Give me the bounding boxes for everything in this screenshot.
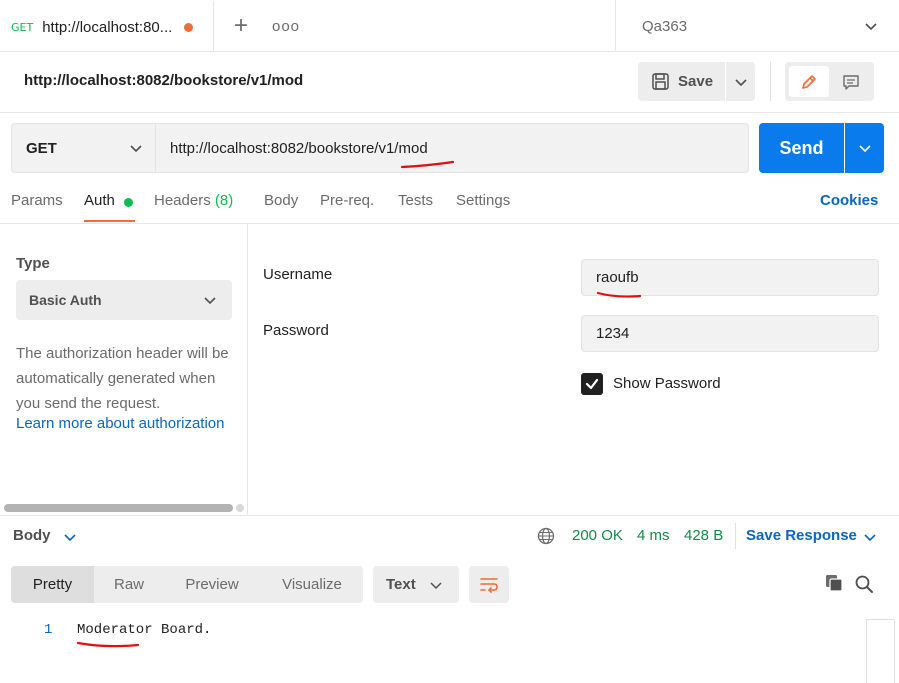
- comment-icon: [843, 74, 859, 90]
- globe-icon[interactable]: [537, 527, 555, 545]
- unsaved-indicator: [184, 22, 194, 32]
- tab-prereq[interactable]: Pre-req.: [320, 192, 374, 209]
- response-annotation-underline: [76, 641, 140, 648]
- plus-icon[interactable]: +: [229, 12, 253, 40]
- send-button[interactable]: Send: [759, 123, 844, 173]
- save-label: Save: [678, 73, 714, 90]
- request-tab[interactable]: GET http://localhost:80...: [0, 0, 214, 52]
- auth-type-value: Basic Auth: [29, 292, 102, 308]
- chevron-down-icon: [858, 145, 871, 153]
- chevron-down-icon[interactable]: [202, 292, 218, 308]
- line-number: 1: [44, 622, 53, 638]
- status-code[interactable]: 200 OK: [572, 527, 623, 544]
- tab-headers[interactable]: Headers (8): [154, 192, 233, 209]
- auth-description: The authorization header will be automat…: [16, 345, 229, 412]
- method-value: GET: [26, 139, 57, 157]
- chevron-down-icon: [734, 78, 747, 86]
- tab-auth[interactable]: Auth: [84, 192, 115, 209]
- username-label: Username: [263, 266, 333, 283]
- environment-name: Qa363: [642, 17, 688, 35]
- chevron-down-icon[interactable]: [862, 529, 878, 545]
- code-scroll-frame: [866, 619, 894, 620]
- comments-button[interactable]: [831, 66, 871, 97]
- wrap-lines-button[interactable]: [469, 566, 509, 603]
- format-value: Text: [386, 576, 416, 593]
- show-password-checkbox[interactable]: [581, 373, 603, 395]
- save-response-button[interactable]: Save Response: [746, 527, 857, 544]
- chevron-down-icon[interactable]: [128, 140, 144, 156]
- chevron-down-icon[interactable]: [429, 578, 443, 592]
- horizontal-scrollbar[interactable]: [4, 504, 233, 512]
- wrap-lines-icon: [480, 577, 498, 593]
- tab-settings[interactable]: Settings: [456, 192, 510, 209]
- view-visualize[interactable]: Visualize: [264, 566, 360, 603]
- active-tab-indicator: [84, 220, 135, 222]
- view-raw[interactable]: Raw: [98, 566, 160, 603]
- code-scroll-frame: [894, 620, 895, 683]
- environment-selector[interactable]: Qa363: [615, 0, 899, 52]
- auth-status-dot: [124, 198, 133, 207]
- format-select[interactable]: Text: [373, 566, 459, 603]
- headers-count: (8): [214, 192, 234, 209]
- divider: [770, 62, 771, 101]
- username-value: raoufb: [596, 269, 639, 286]
- save-icon: [652, 73, 669, 90]
- copy-icon[interactable]: [825, 574, 843, 592]
- auth-type-label: Type: [16, 255, 50, 272]
- divider: [0, 515, 899, 516]
- view-pretty[interactable]: Pretty: [11, 566, 94, 603]
- edit-mode-button[interactable]: [789, 66, 829, 97]
- password-input[interactable]: 1234: [581, 315, 879, 352]
- divider: [0, 223, 899, 224]
- panel-divider: [247, 224, 248, 516]
- request-title[interactable]: http://localhost:8082/bookstore/v1/mod: [24, 72, 303, 89]
- view-preview[interactable]: Preview: [170, 566, 254, 603]
- response-body-label[interactable]: Body: [13, 527, 51, 544]
- tab-headers-label: Headers: [154, 192, 211, 209]
- tab-params[interactable]: Params: [11, 192, 63, 209]
- divider: [735, 523, 736, 549]
- search-icon[interactable]: [854, 574, 874, 594]
- chevron-down-icon[interactable]: [862, 17, 880, 35]
- send-label: Send: [779, 137, 824, 158]
- tab-body[interactable]: Body: [264, 192, 298, 209]
- checkmark-icon: [585, 378, 599, 390]
- response-body-line: Moderator Board.: [77, 622, 212, 638]
- send-dropdown[interactable]: [845, 123, 884, 173]
- learn-more-link[interactable]: Learn more about authorization: [16, 415, 224, 432]
- tab-url: http://localhost:80...: [42, 18, 173, 36]
- password-label: Password: [263, 322, 329, 339]
- response-size[interactable]: 428 B: [684, 527, 723, 544]
- save-dropdown[interactable]: [726, 62, 755, 101]
- save-button[interactable]: Save: [638, 62, 725, 101]
- tab-tests[interactable]: Tests: [398, 192, 433, 209]
- show-password-label[interactable]: Show Password: [613, 375, 721, 392]
- scrollbar-track-end: [236, 504, 244, 512]
- chevron-down-icon[interactable]: [62, 529, 78, 545]
- pencil-icon: [802, 74, 816, 89]
- code-scroll-frame: [866, 620, 867, 683]
- cookies-link[interactable]: Cookies: [820, 192, 878, 209]
- tab-method: GET: [11, 20, 34, 34]
- username-input[interactable]: raoufb: [581, 259, 879, 296]
- url-input[interactable]: http://localhost:8082/bookstore/v1/mod: [155, 123, 749, 173]
- auth-type-select[interactable]: Basic Auth: [16, 280, 232, 320]
- more-icon[interactable]: ooo: [272, 14, 299, 38]
- response-time[interactable]: 4 ms: [637, 527, 670, 544]
- divider: [0, 112, 899, 113]
- url-value: http://localhost:8082/bookstore/v1/mod: [170, 139, 428, 157]
- password-value: 1234: [596, 325, 630, 342]
